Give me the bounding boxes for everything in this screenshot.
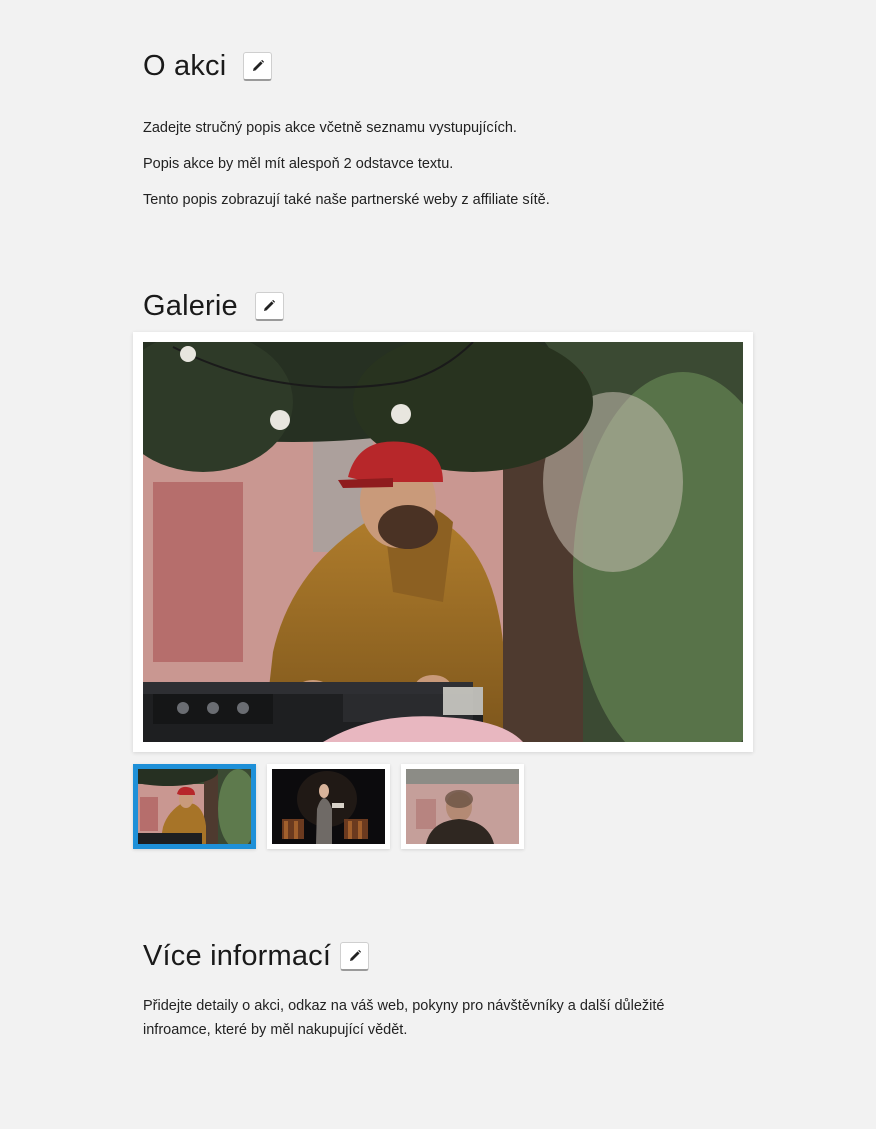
gallery-section-header: Galerie [143,290,284,323]
gallery-edit-button[interactable] [254,292,284,321]
thumbnail-photo [406,769,519,844]
thumbnail-photo [138,769,251,844]
about-edit-button[interactable] [243,52,273,81]
pencil-icon [264,299,276,311]
more-info-text: Přidejte detaily o akci, odkaz na váš we… [143,998,665,1038]
gallery-thumbnail-2[interactable] [267,764,390,849]
about-paragraph-2: Popis akce by měl mít alespoň 2 odstavce… [143,156,454,172]
more-info-edit-button[interactable] [340,942,370,971]
gallery-thumbnail-3[interactable] [401,764,524,849]
pencil-icon [252,59,264,71]
gallery-thumbnail-1[interactable] [133,764,256,849]
thumbnail-photo [272,769,385,844]
gallery-main-image-frame[interactable] [133,332,753,752]
gallery-title: Galerie [143,290,238,322]
about-title: O akci [143,50,227,82]
more-info-title: Více informací [143,940,332,972]
gallery-main-photo [143,342,743,742]
about-paragraph-3: Tento popis zobrazují také naše partners… [143,192,550,208]
about-section-header: O akci [143,50,273,83]
event-page: O akci Zadejte stručný popis akce včetně… [0,0,876,1129]
more-info-section-header: Více informací [143,940,370,973]
pencil-icon [349,949,361,961]
about-paragraph-1: Zadejte stručný popis akce včetně seznam… [143,120,517,136]
